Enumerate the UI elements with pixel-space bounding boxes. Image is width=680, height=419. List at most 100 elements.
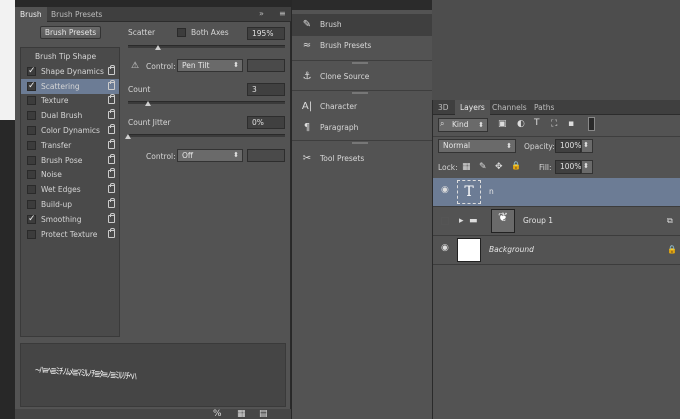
layer-thumbnail[interactable]: [457, 238, 481, 262]
grid-icon[interactable]: ▦: [237, 409, 246, 419]
tab-channels[interactable]: Channels: [487, 100, 532, 115]
brush-tip-item[interactable]: Brush Pose: [21, 153, 119, 168]
brush-presets-button[interactable]: Brush Presets: [40, 26, 101, 39]
type-filter-icon[interactable]: T: [534, 118, 540, 128]
lock-icon[interactable]: [108, 79, 115, 90]
dock-item[interactable]: ✂ Tool Presets: [292, 148, 432, 170]
layer-row[interactable]: ◉ Background 🔒: [433, 236, 680, 265]
brush-tip-checkbox[interactable]: [27, 200, 36, 209]
dock-item[interactable]: ✎ Brush: [292, 14, 432, 36]
brush-tip-checkbox[interactable]: [27, 96, 36, 106]
eye-icon[interactable]: ◉: [441, 244, 451, 253]
visibility-off-icon[interactable]: [441, 217, 449, 225]
lock-all-icon[interactable]: 🔒: [511, 161, 521, 170]
dock-item[interactable]: ⚓ Clone Source: [292, 66, 432, 88]
control-select-2[interactable]: Off: [177, 149, 243, 162]
tab-layers[interactable]: Layers: [455, 100, 490, 115]
expand-icon[interactable]: ▸: [459, 216, 464, 226]
lock-icon[interactable]: [108, 198, 115, 208]
tab-3d[interactable]: 3D: [433, 100, 454, 115]
brush-tip-checkbox[interactable]: [27, 229, 36, 239]
layer-row[interactable]: ▸ ▬ ❦ Group 1 ⧉: [433, 207, 680, 236]
control-extra-field[interactable]: [247, 59, 285, 72]
lock-icon[interactable]: [108, 64, 115, 75]
lock-icon[interactable]: [108, 183, 115, 194]
count-slider[interactable]: [128, 101, 285, 104]
shape-filter-icon[interactable]: ⛶: [551, 119, 557, 129]
dock-grip[interactable]: [352, 142, 368, 144]
count-value-field[interactable]: 3: [247, 83, 285, 96]
opacity-field[interactable]: 100%: [555, 139, 581, 153]
blend-mode-select[interactable]: Normal: [438, 139, 516, 153]
brush-tip-item[interactable]: Shape Dynamics: [21, 64, 119, 79]
brush-tip-item[interactable]: Build-up: [21, 197, 119, 212]
workspace-area: [432, 0, 680, 100]
new-preset-icon[interactable]: ▤: [259, 409, 268, 419]
brush-tip-checkbox[interactable]: [27, 64, 36, 79]
count-slider-thumb[interactable]: [145, 101, 151, 106]
lock-icon[interactable]: [108, 94, 115, 105]
fill-dropdown[interactable]: [581, 160, 593, 174]
control-select[interactable]: Pen Tilt: [177, 59, 243, 72]
layer-filter-select[interactable]: Kind: [438, 118, 488, 132]
text-layer-thumbnail[interactable]: T: [457, 180, 481, 204]
lock-icon[interactable]: [108, 227, 115, 238]
dock-grip[interactable]: [352, 92, 368, 94]
brush-tip-checkbox[interactable]: [27, 185, 36, 195]
lock-transparent-icon[interactable]: ▦: [462, 162, 471, 172]
dock-item[interactable]: ≈ Brush Presets: [292, 35, 432, 57]
lock-position-icon[interactable]: ✥: [495, 162, 503, 172]
dock-item[interactable]: ¶ Paragraph: [292, 117, 432, 139]
toggle-live-tip-icon[interactable]: %: [213, 409, 222, 419]
panel-menu-icon[interactable]: ≡: [279, 9, 286, 18]
brush-tip-item[interactable]: Wet Edges: [21, 182, 119, 197]
lock-icon[interactable]: [108, 212, 115, 223]
layer-row[interactable]: ◉ Tn: [433, 178, 680, 207]
smart-object-filter-icon[interactable]: ▪: [568, 119, 574, 129]
scatter-slider[interactable]: [128, 45, 285, 48]
brush-tip-item[interactable]: Smoothing: [21, 212, 119, 227]
brush-tip-checkbox[interactable]: [27, 140, 36, 150]
scatter-value-field[interactable]: 195%: [247, 27, 285, 40]
dock-grip[interactable]: [352, 62, 368, 64]
control-extra-field-2[interactable]: [247, 149, 285, 162]
tab-brush[interactable]: Brush: [15, 7, 47, 22]
filter-toggle-icon[interactable]: [588, 117, 595, 131]
brush-tip-checkbox[interactable]: [27, 212, 36, 227]
eye-icon[interactable]: ◉: [441, 186, 451, 195]
count-jitter-field[interactable]: 0%: [247, 116, 285, 129]
brush-tip-checkbox[interactable]: [27, 126, 36, 135]
lock-icon[interactable]: [108, 138, 115, 149]
layer-thumbnail[interactable]: ❦: [491, 209, 515, 233]
lock-icon[interactable]: [108, 168, 115, 179]
brush-tip-checkbox[interactable]: [27, 155, 36, 165]
lock-icon[interactable]: [108, 124, 115, 134]
brush-tip-item[interactable]: Protect Texture: [21, 227, 119, 242]
document-canvas[interactable]: [0, 0, 15, 120]
brush-tip-item[interactable]: Dual Brush: [21, 108, 119, 123]
tab-paths[interactable]: Paths: [529, 100, 559, 115]
dock-item[interactable]: A| Character: [292, 96, 432, 118]
fill-field[interactable]: 100%: [555, 160, 581, 174]
brush-tip-checkbox[interactable]: [27, 111, 36, 121]
brush-tip-checkbox[interactable]: [27, 79, 36, 94]
brush-tip-item[interactable]: Brush Tip Shape: [21, 49, 119, 64]
count-jitter-slider[interactable]: [128, 134, 285, 137]
both-axes-checkbox[interactable]: [177, 28, 186, 37]
adjustment-filter-icon[interactable]: ◐: [517, 119, 525, 129]
brush-tip-item[interactable]: Color Dynamics: [21, 123, 119, 138]
collapse-icon[interactable]: »: [259, 9, 264, 18]
brush-tip-item[interactable]: Texture: [21, 93, 119, 108]
pixel-filter-icon[interactable]: ▣: [498, 119, 507, 129]
brush-tip-item[interactable]: Scattering: [21, 78, 119, 94]
brush-tip-item[interactable]: Noise: [21, 167, 119, 182]
lock-image-icon[interactable]: ✎: [479, 162, 487, 172]
lock-icon[interactable]: [108, 153, 115, 164]
scatter-slider-thumb[interactable]: [155, 45, 161, 50]
brush-tip-item[interactable]: Transfer: [21, 138, 119, 153]
count-jitter-slider-thumb[interactable]: [125, 134, 131, 139]
lock-icon[interactable]: [108, 109, 115, 120]
tab-brush-presets[interactable]: Brush Presets: [46, 7, 107, 22]
opacity-dropdown[interactable]: [581, 139, 593, 153]
brush-tip-checkbox[interactable]: [27, 170, 36, 180]
